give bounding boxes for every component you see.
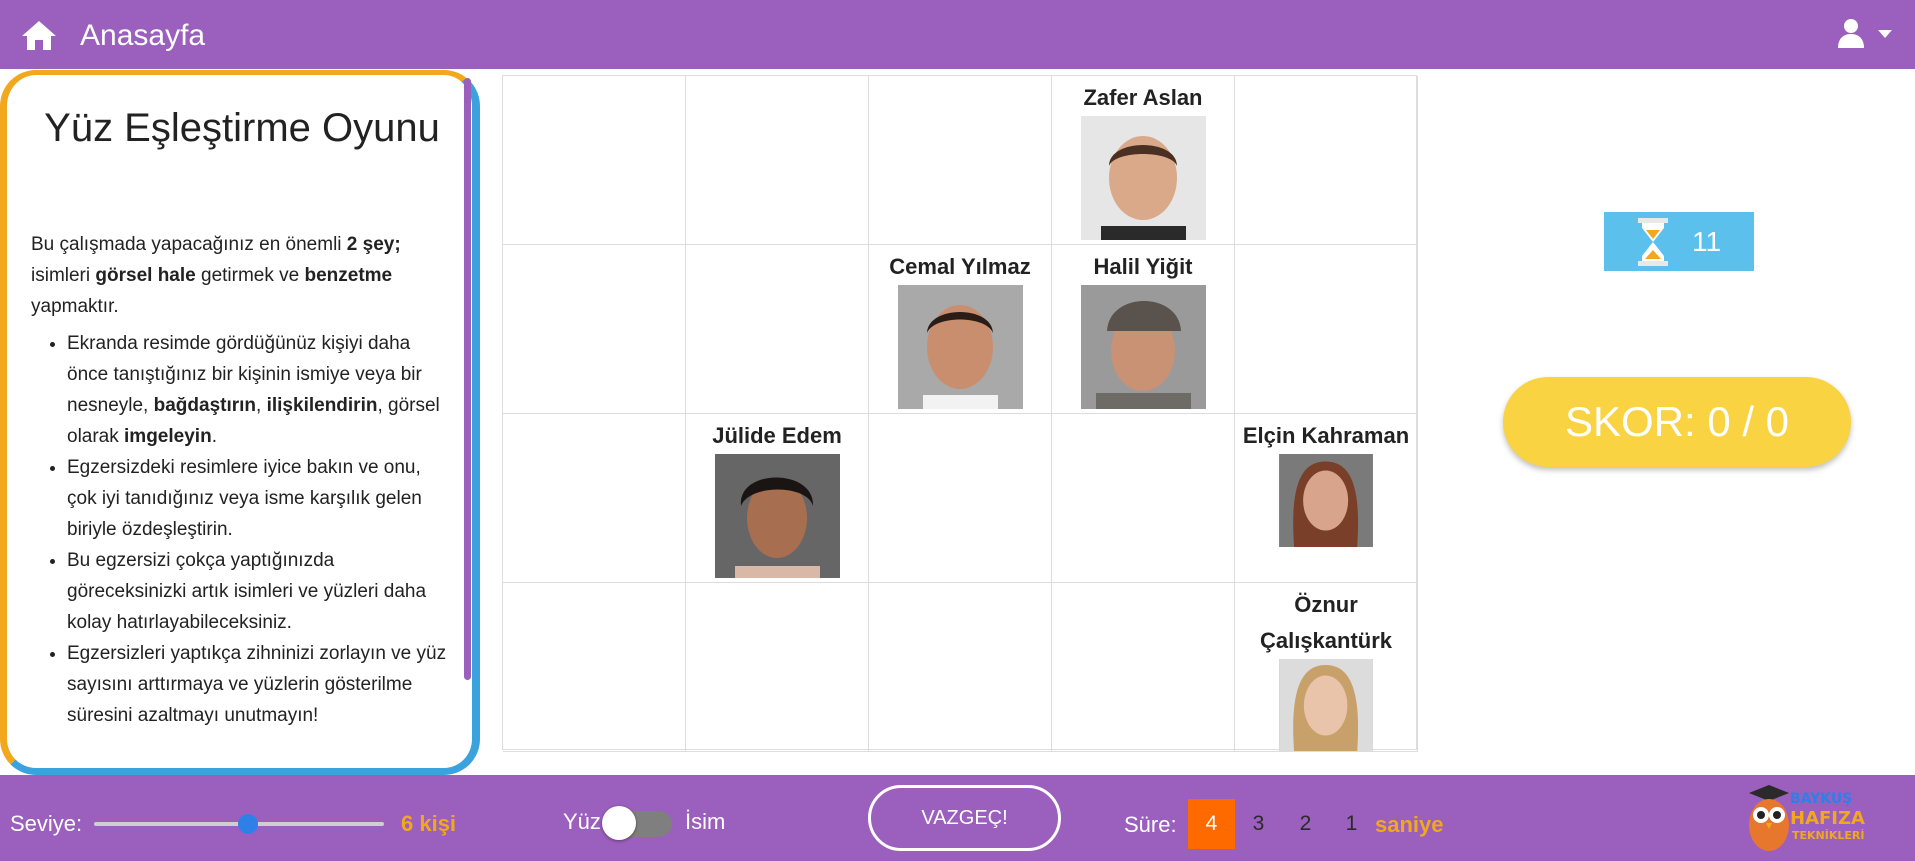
grid-cell[interactable] xyxy=(869,76,1052,245)
grid-cell[interactable] xyxy=(686,245,869,414)
face-photo xyxy=(714,454,840,578)
panel-scrollbar[interactable] xyxy=(464,78,471,680)
grid-cell[interactable] xyxy=(869,583,1052,752)
instructions-panel: Yüz Eşleştirme Oyunu Bu çalışmada yapaca… xyxy=(0,70,480,775)
person-name: Zafer Aslan xyxy=(1083,85,1203,110)
bottom-toolbar: Seviye: 6 kişi Yüz İsim VAZGEÇ! Süre: 4 … xyxy=(0,775,1915,861)
grid-cell[interactable] xyxy=(1235,245,1418,414)
user-icon[interactable] xyxy=(1838,18,1864,48)
top-navbar: Anasayfa xyxy=(0,0,1915,69)
face-card[interactable]: Halil Yiğit xyxy=(1052,245,1235,414)
cancel-button[interactable]: VAZGEÇ! xyxy=(868,785,1061,851)
duration-option-2[interactable]: 2 xyxy=(1282,799,1329,849)
duration-unit: saniye xyxy=(1375,812,1444,837)
face-photo xyxy=(1080,116,1206,240)
person-name: Elçin Kahraman xyxy=(1242,423,1410,448)
grid-cell[interactable] xyxy=(869,414,1052,583)
instructions-text: Bu çalışmada yapacağınız en önemli 2 şey… xyxy=(31,229,451,731)
timer-value: 11 xyxy=(1692,226,1722,257)
intro-paragraph: Bu çalışmada yapacağınız en önemli 2 şey… xyxy=(31,234,401,317)
face-card[interactable]: Zafer Aslan xyxy=(1052,76,1235,245)
owl-logo-icon xyxy=(1749,785,1789,851)
duration-label: Süre: xyxy=(1124,812,1177,837)
face-mode-label: Yüz xyxy=(563,809,601,834)
grid-cell[interactable] xyxy=(503,414,686,583)
level-slider-handle[interactable] xyxy=(237,814,258,834)
list-item: Bu egzersizi çokça yaptığınızda göreceks… xyxy=(67,545,451,638)
grid-cell[interactable] xyxy=(503,583,686,752)
face-photo xyxy=(1080,285,1206,409)
grid-cell[interactable] xyxy=(1052,583,1235,752)
grid-cell[interactable] xyxy=(503,245,686,414)
logo-line-1: BAYKUŞ xyxy=(1790,791,1853,807)
baykus-logo: BAYKUŞ HAFIZA TEKNİKLERİ xyxy=(1740,783,1890,855)
person-name: Öznur Çalışkantürk xyxy=(1259,592,1393,653)
duration-option-1[interactable]: 1 xyxy=(1328,799,1375,849)
countdown-timer: 11 xyxy=(1604,212,1754,271)
home-link[interactable]: Anasayfa xyxy=(80,19,205,53)
face-card[interactable]: Jülide Edem xyxy=(686,414,869,583)
name-mode-label: İsim xyxy=(685,809,726,834)
face-photo xyxy=(897,285,1023,409)
face-photo xyxy=(1279,659,1373,751)
logo-line-3: TEKNİKLERİ xyxy=(1792,829,1865,842)
face-card[interactable]: Elçin Kahraman xyxy=(1235,414,1418,583)
person-name: Halil Yiğit xyxy=(1093,254,1193,279)
chevron-down-icon[interactable] xyxy=(1878,30,1892,38)
face-card[interactable]: Cemal Yılmaz xyxy=(869,245,1052,414)
panel-title: Yüz Eşleştirme Oyunu xyxy=(44,106,440,150)
grid-cell[interactable] xyxy=(503,76,686,245)
level-value: 6 kişi xyxy=(401,811,457,836)
grid-cell[interactable] xyxy=(686,76,869,245)
mode-toggle-knob[interactable] xyxy=(602,806,636,840)
grid-cell[interactable] xyxy=(1235,76,1418,245)
person-name: Jülide Edem xyxy=(712,423,842,448)
score-badge: SKOR: 0 / 0 xyxy=(1503,377,1851,467)
grid-cell[interactable] xyxy=(1052,414,1235,583)
person-name: Cemal Yılmaz xyxy=(889,254,1031,279)
face-photo xyxy=(1279,454,1373,547)
face-card[interactable]: Öznur Çalışkantürk xyxy=(1235,583,1418,752)
instructions-list: Ekranda resimde gördüğünüz kişiyi daha ö… xyxy=(31,328,451,731)
list-item: Ekranda resimde gördüğünüz kişiyi daha ö… xyxy=(67,328,451,452)
duration-option-3[interactable]: 3 xyxy=(1235,799,1282,849)
face-grid: Zafer Aslan Cemal Yılmaz Halil Yiğit Jül… xyxy=(502,75,1418,752)
grid-cell[interactable] xyxy=(686,583,869,752)
duration-option-4[interactable]: 4 xyxy=(1188,799,1235,849)
list-item: Egzersizleri yaptıkça zihninizi zorlayın… xyxy=(67,638,451,731)
home-icon[interactable] xyxy=(20,19,58,51)
logo-line-2: HAFIZA xyxy=(1790,808,1865,829)
level-label: Seviye: xyxy=(10,811,83,836)
list-item: Egzersizdeki resimlere iyice bakın ve on… xyxy=(67,452,451,545)
hourglass-icon xyxy=(1638,218,1668,266)
